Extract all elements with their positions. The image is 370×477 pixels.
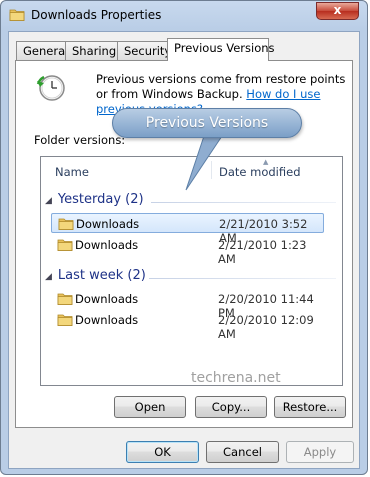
dialog-client: General Sharing Security Previous Versio… [8,31,360,469]
column-header-name[interactable]: Name [55,165,89,179]
group-header-yesterday[interactable]: ◢ Yesterday (2) [45,192,144,207]
callout-annotation: Previous Versions [112,108,302,138]
apply-button[interactable]: Apply [286,441,354,463]
group-divider [149,278,336,279]
column-header-date-modified[interactable]: Date modified [219,165,301,179]
ok-button[interactable]: OK [126,441,199,463]
item-name: Downloads [75,292,139,306]
open-button[interactable]: Open [114,396,186,418]
list-item[interactable]: Downloads 2/21/2010 3:52 AM [51,213,324,245]
watermark-text: techrena.net [191,370,281,386]
tab-previous-versions[interactable]: Previous Versions [167,38,275,61]
item-name: Downloads [75,313,139,327]
folder-icon [57,239,73,251]
folder-icon [9,9,25,21]
list-item[interactable]: Downloads 2/20/2010 12:09 AM [51,310,324,341]
item-name: Downloads [76,217,140,231]
restore-clock-icon [36,75,65,101]
item-name: Downloads [75,238,139,252]
window-title: Downloads Properties [31,8,162,22]
list-item[interactable]: Downloads 2/20/2010 11:44 PM [51,289,324,320]
column-divider[interactable] [211,161,212,179]
properties-window: Downloads Properties x General Sharing S… [0,0,368,475]
collapse-triangle-icon[interactable]: ◢ [45,196,52,206]
copy-button[interactable]: Copy... [195,396,267,418]
item-date: 2/20/2010 12:09 AM [218,313,314,341]
folder-versions-label: Folder versions: [34,133,126,147]
cancel-button[interactable]: Cancel [206,441,279,463]
folder-icon [58,218,74,230]
folder-icon [57,293,73,305]
tab-sharing[interactable]: Sharing [65,41,118,60]
group-header-last-week[interactable]: ◢ Last week (2) [45,268,146,283]
folder-icon [57,314,73,326]
collapse-triangle-icon[interactable]: ◢ [45,272,52,282]
tab-general[interactable]: General [16,41,68,60]
tab-security[interactable]: Security [117,41,171,60]
close-button[interactable]: x [316,2,359,20]
group-divider [151,202,336,203]
close-icon: x [333,3,342,17]
versions-list[interactable]: Name ▲ Date modified ◢ Yesterday (2) Down… [40,156,343,386]
title-bar[interactable]: Downloads Properties x [1,1,367,29]
restore-button[interactable]: Restore... [274,396,346,418]
item-date: 2/21/2010 1:23 AM [218,238,307,266]
list-item[interactable]: Downloads 2/21/2010 1:23 AM [51,235,324,266]
